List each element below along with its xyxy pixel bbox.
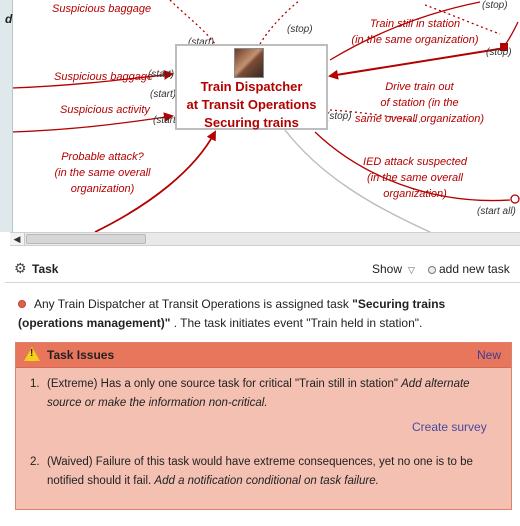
issue-number: 2. [30,456,40,468]
flow-diagram[interactable]: d Suspicious baggage Suspicious baggage … [0,0,520,232]
label-ied-attack: IED attack suspected (in the same overal… [350,154,480,202]
label-drive-train-out-line3: same overall organization) [354,113,484,125]
node-photo [234,48,264,78]
task-node-train-dispatcher[interactable]: Train Dispatcher at Transit Operations S… [175,44,328,130]
node-title-line2: at Transit Operations [186,97,317,112]
label-drive-train-out: Drive train out of station (in the same … [352,79,487,127]
label-train-still: Train still in station (in the same orga… [350,16,480,48]
scroll-left-arrow-icon[interactable]: ◀ [10,233,25,245]
label-probable-attack-line2: (in the same overall [54,167,151,179]
diagram-horizontal-scrollbar[interactable]: ◀ [10,232,520,246]
issue-number: 1. [30,378,40,390]
label-drive-train-out-line1: Drive train out [385,81,454,93]
label-train-still-line2: (in the same organization) [351,34,479,46]
label-suspicious-baggage-top: Suspicious baggage [52,3,152,15]
label-probable-attack: Probable attack? (in the same overall or… [50,149,155,197]
node-title: Train Dispatcher at Transit Operations S… [177,78,326,132]
task-bullet-icon [18,300,26,308]
flow-drive-train-out [328,47,506,80]
flow-suspicious-activity [11,112,174,133]
task-issues-title: Task Issues [47,348,115,362]
node-title-line1: Train Dispatcher [200,79,303,94]
task-description-suffix: . The task initiates event "Train held i… [170,316,423,330]
task-issues-header: ! Task Issues New [16,343,511,368]
task-panel-header: ⚙ Task Show ▽ add new task [5,254,520,283]
issue-description: (Extreme) Has a only one source task for… [47,378,402,390]
task-description-prefix: Any Train Dispatcher at Transit Operatio… [34,297,353,311]
gear-icon: ⚙ [14,260,27,276]
tag-stop-1: (stop) [287,24,313,35]
add-new-task-label: add new task [439,262,510,276]
node-title-line3: Securing trains [204,115,299,130]
scroll-thumb[interactable] [26,234,146,244]
label-probable-attack-line1: Probable attack? [61,151,144,163]
task-panel-title: Task [32,262,59,276]
create-survey-link[interactable]: Create survey [412,420,487,434]
chevron-down-icon: ▽ [408,265,415,275]
new-issue-link[interactable]: New [477,348,501,362]
tag-start-2: (start) [148,69,175,80]
label-probable-attack-line3: organization) [70,183,135,195]
label-drive-train-out-line2: of station (in the [380,97,459,109]
flow-top-stop [259,0,301,45]
task-issues-box: ! Task Issues New 1. (Extreme) Has a onl… [15,342,512,510]
label-ied-attack-line3: organization) [383,188,447,200]
issue-text: (Extreme) Has a only one source task for… [47,375,500,413]
issue-text: (Waived) Failure of this task would have… [47,453,500,491]
tag-start-all: (start all) [477,206,516,217]
left-panel-edge: d [0,0,13,232]
left-panel-text: d [5,12,13,26]
add-icon [428,266,436,274]
warning-icon: ! [24,347,40,361]
show-label: Show [372,262,403,276]
label-suspicious-activity: Suspicious activity [60,104,150,116]
show-menu[interactable]: Show ▽ [372,262,415,276]
tag-stop-3: (stop) [486,47,512,58]
label-suspicious-baggage: Suspicious baggage [54,71,154,83]
issue-item: 2. (Waived) Failure of this task would h… [30,453,500,491]
tag-stop-4: (stop) [326,111,352,122]
tag-start-3: (start) [150,89,177,100]
label-ied-attack-line1: IED attack suspected [363,156,467,168]
task-description: Any Train Dispatcher at Transit Operatio… [18,295,498,333]
issue-item: 1. (Extreme) Has a only one source task … [30,375,500,413]
add-new-task-button[interactable]: add new task [428,262,510,276]
issue-remedy: Add a notification conditional on task f… [154,475,379,487]
task-panel: ⚙ Task Show ▽ add new task Any Train Disp… [5,254,520,526]
label-train-still-line1: Train still in station [369,18,461,30]
label-ied-attack-line2: (in the same overall [367,172,463,184]
tag-stop-2: (stop) [482,0,508,11]
